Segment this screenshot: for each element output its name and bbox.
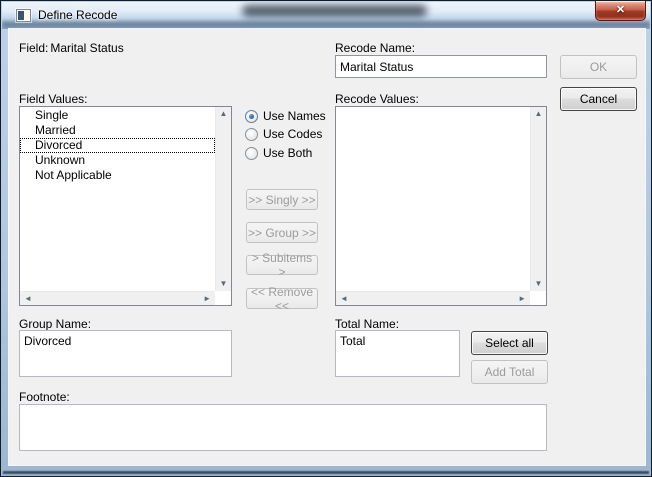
field-values-listbox[interactable]: SingleMarriedDivorcedUnknownNot Applicab…	[19, 106, 232, 306]
footnote-input[interactable]	[19, 404, 547, 451]
add-total-button[interactable]: Add Total	[471, 360, 548, 384]
field-value: Marital Status	[50, 41, 123, 55]
total-name-input[interactable]: Total	[335, 330, 460, 377]
scroll-down-icon[interactable]: ▼	[216, 280, 231, 288]
app-icon	[16, 9, 31, 22]
select-all-button[interactable]: Select all	[471, 331, 548, 355]
radio-button-icon[interactable]	[245, 147, 258, 160]
recode-name-input[interactable]	[335, 55, 547, 78]
radio-label: Use Both	[263, 146, 312, 160]
list-item-not-applicable[interactable]: Not Applicable	[20, 168, 215, 183]
radio-label: Use Names	[263, 109, 326, 123]
list-item-divorced[interactable]: Divorced	[20, 138, 215, 153]
list-item-unknown[interactable]: Unknown	[20, 153, 215, 168]
recode-values-listbox[interactable]: ▲ ▼ ◄ ►	[335, 106, 547, 306]
scroll-left-icon[interactable]: ◄	[24, 295, 32, 303]
scroll-down-icon[interactable]: ▼	[531, 280, 546, 288]
radio-button-icon[interactable]	[245, 110, 258, 123]
recode-name-label: Recode Name:	[335, 41, 415, 55]
vertical-scrollbar[interactable]: ▲ ▼	[530, 107, 546, 291]
scroll-up-icon[interactable]: ▲	[531, 110, 546, 118]
group-name-input[interactable]: Divorced	[19, 330, 232, 377]
field-info: Field:Marital Status	[19, 41, 124, 55]
list-item-single[interactable]: Single	[20, 108, 215, 123]
group-button[interactable]: >> Group >>	[246, 222, 318, 243]
close-button[interactable]: ✕	[595, 1, 646, 21]
scroll-left-icon[interactable]: ◄	[340, 295, 348, 303]
dialog-client-area: Field:Marital Status Recode Name: OK Can…	[9, 29, 645, 465]
subitems-button[interactable]: > Subitems >	[246, 255, 318, 275]
background-window-blur-band	[2, 21, 650, 28]
total-name-label: Total Name:	[335, 317, 399, 331]
horizontal-scrollbar[interactable]: ◄ ►	[336, 291, 530, 305]
radio-button-icon[interactable]	[245, 128, 258, 141]
group-name-label: Group Name:	[19, 317, 91, 331]
field-label: Field:	[19, 41, 48, 55]
recode-values-label: Recode Values:	[335, 92, 419, 106]
ok-button[interactable]: OK	[560, 55, 637, 79]
window-title: Define Recode	[38, 8, 117, 22]
background-window-blur	[242, 5, 427, 17]
scroll-up-icon[interactable]: ▲	[216, 110, 231, 118]
singly-button[interactable]: >> Singly >>	[246, 189, 318, 210]
radio-use-names[interactable]: Use Names	[245, 108, 326, 124]
define-recode-dialog: Define Recode ✕ Field:Marital Status Rec…	[0, 0, 652, 477]
cancel-button[interactable]: Cancel	[560, 87, 637, 111]
remove-button[interactable]: << Remove <<	[246, 288, 318, 309]
field-values-label: Field Values:	[19, 92, 87, 106]
list-item-married[interactable]: Married	[20, 123, 215, 138]
horizontal-scrollbar[interactable]: ◄ ►	[20, 291, 215, 305]
close-icon: ✕	[616, 3, 625, 16]
footnote-label: Footnote:	[19, 390, 70, 404]
vertical-scrollbar[interactable]: ▲ ▼	[215, 107, 231, 291]
title-bar[interactable]: Define Recode	[2, 2, 650, 29]
radio-use-codes[interactable]: Use Codes	[245, 126, 322, 142]
window-frame-bottom	[3, 471, 649, 474]
radio-label: Use Codes	[263, 127, 322, 141]
scroll-right-icon[interactable]: ►	[518, 295, 526, 303]
radio-use-both[interactable]: Use Both	[245, 145, 312, 161]
scroll-right-icon[interactable]: ►	[203, 295, 211, 303]
